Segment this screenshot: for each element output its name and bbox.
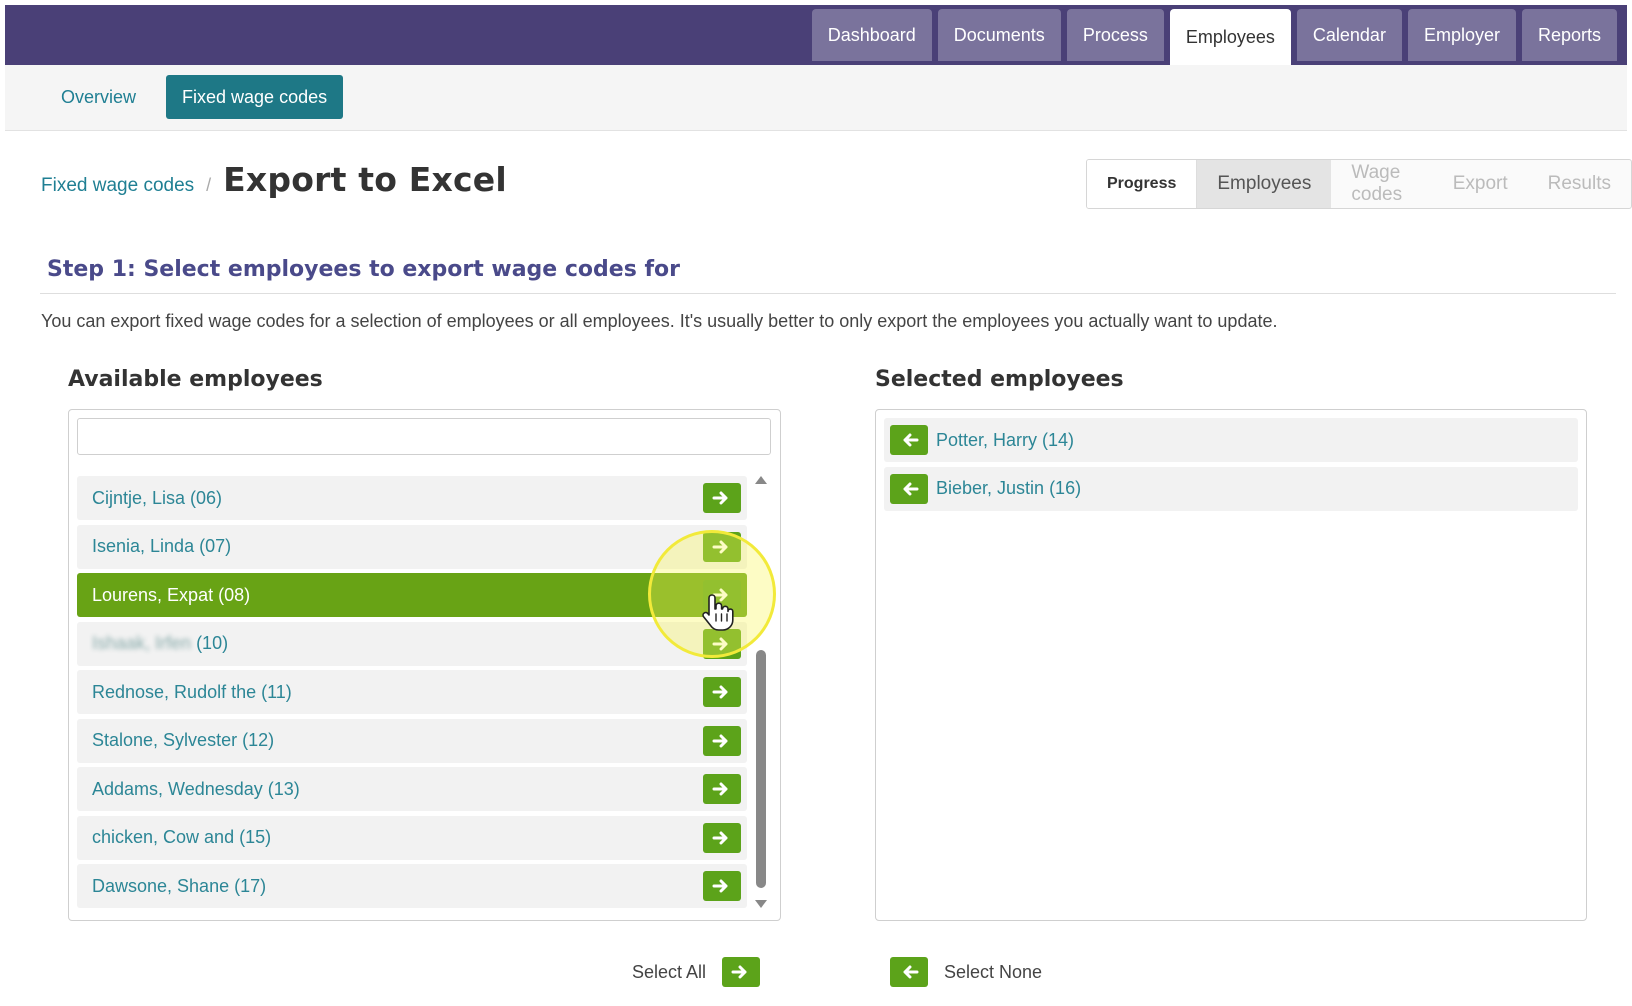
employee-name: chicken, Cow and (15) [92,827,272,847]
list-item[interactable]: Stalone, Sylvester (12) [77,718,747,763]
select-all-button[interactable]: Select All [632,957,761,987]
breadcrumb-separator: / [206,175,212,195]
list-item[interactable]: Isenia, Linda (07) [77,524,747,569]
add-employee-button[interactable] [703,677,741,707]
sub-navbar: Overview Fixed wage codes [5,65,1627,131]
breadcrumb: Fixed wage codes / Export to Excel [41,160,507,199]
employee-id: (10) [191,633,229,653]
arrow-right-icon [712,782,728,796]
nav-tab-employer[interactable]: Employer [1407,9,1516,61]
select-all-label: Select All [632,961,707,982]
list-item[interactable]: Bieber, Justin (16) [884,466,1578,511]
wizard-step-wage-codes: Wage codes [1351,162,1403,205]
employee-name: Lourens, Expat (08) [92,584,251,605]
employee-name: Potter, Harry (14) [936,429,1075,450]
add-employee-button[interactable] [703,822,741,853]
selected-employees-panel: Potter, Harry (14) Bieber, Justin (16) [875,409,1587,921]
remove-employee-button[interactable] [890,425,928,455]
step-heading: Step 1: Select employees to export wage … [47,257,680,282]
arrow-left-icon [903,965,919,979]
employee-name: Addams, Wednesday (13) [92,778,300,799]
arrow-right-icon [712,831,728,844]
wizard-step-employees[interactable]: Employees [1197,160,1332,208]
add-employee-button[interactable] [703,580,741,610]
employee-name: Rednose, Rudolf the (11) [92,681,292,702]
selected-employees-title: Selected employees [875,367,1124,392]
nav-tab-reports[interactable]: Reports [1521,9,1617,61]
subnav-fixed-wage-codes[interactable]: Fixed wage codes [166,75,344,119]
scroll-down-icon[interactable] [755,900,767,908]
arrow-right-icon [731,965,747,979]
top-navbar: Dashboard Documents Process Employees Ca… [5,5,1627,65]
wizard-step-export: Export [1452,173,1508,194]
arrow-right-icon [712,734,728,747]
list-item-highlighted[interactable]: Lourens, Expat (08) [77,573,747,617]
sub-nav: Overview Fixed wage codes [45,75,344,119]
blurred-name: Ishaak, Irfen [92,633,192,653]
employee-name: Bieber, Justin (16) [936,478,1082,498]
nav-tab-dashboard[interactable]: Dashboard [811,9,932,61]
select-none-label: Select None [944,961,1043,982]
select-all-arrow-button[interactable] [722,957,761,987]
employee-search-input[interactable] [77,418,771,455]
wizard-progress-label: Progress [1087,160,1198,208]
available-employees-panel: Cijntje, Lisa (06) Isenia, Linda (07) Lo… [68,409,781,921]
add-employee-button[interactable] [703,483,741,513]
arrow-right-icon [712,637,728,650]
list-item[interactable]: Ishaak, Irfen (10) [77,621,747,666]
list-item[interactable]: Cijntje, Lisa (06) [77,476,747,520]
arrow-right-icon [712,588,728,602]
available-employees-list: Cijntje, Lisa (06) Isenia, Linda (07) Lo… [77,476,747,913]
nav-tab-documents[interactable]: Documents [937,9,1061,61]
scrollbar-thumb[interactable] [756,650,766,888]
divider [40,293,1616,294]
select-none-arrow-button[interactable] [890,957,928,987]
add-employee-button[interactable] [703,725,741,756]
list-item[interactable]: Dawsone, Shane (17) [77,864,747,908]
arrow-right-icon [712,685,728,699]
employee-name: Isenia, Linda (07) [92,536,232,556]
arrow-right-icon [712,491,728,505]
page-title: Export to Excel [223,160,507,199]
arrow-left-icon [903,482,919,495]
arrow-right-icon [712,879,728,893]
employee-name: Ishaak, Irfen (10) [77,633,228,654]
scroll-up-icon[interactable] [755,476,767,484]
select-none-button[interactable]: Select None [890,957,1042,987]
step-description: You can export fixed wage codes for a se… [41,311,1278,331]
employee-name: Stalone, Sylvester (12) [92,730,275,750]
add-employee-button[interactable] [703,628,741,659]
add-employee-button[interactable] [703,774,741,804]
add-employee-button[interactable] [703,531,741,562]
employee-name: Cijntje, Lisa (06) [92,487,223,508]
selected-employees-list: Potter, Harry (14) Bieber, Justin (16) [884,418,1578,515]
list-scrollbar[interactable] [752,472,770,912]
list-item[interactable]: Potter, Harry (14) [884,418,1578,462]
list-item[interactable]: chicken, Cow and (15) [77,815,747,860]
subnav-overview[interactable]: Overview [45,75,152,119]
main-nav: Dashboard Documents Process Employees Ca… [811,9,1617,65]
list-item[interactable]: Rednose, Rudolf the (11) [77,670,747,714]
breadcrumb-link-fixed-wage-codes[interactable]: Fixed wage codes [41,175,194,197]
nav-tab-employees[interactable]: Employees [1169,9,1291,65]
arrow-left-icon [903,433,919,447]
nav-tab-process[interactable]: Process [1066,9,1164,61]
remove-employee-button[interactable] [890,473,928,504]
arrow-right-icon [712,540,728,553]
employee-name: Dawsone, Shane (17) [92,875,267,896]
nav-tab-calendar[interactable]: Calendar [1296,9,1402,61]
add-employee-button[interactable] [703,871,741,901]
wizard-step-results: Results [1547,173,1611,194]
list-item[interactable]: Addams, Wednesday (13) [77,767,747,811]
wizard-progress: Progress Employees Wage codes Export Res… [1086,159,1632,209]
available-employees-title: Available employees [68,367,323,392]
